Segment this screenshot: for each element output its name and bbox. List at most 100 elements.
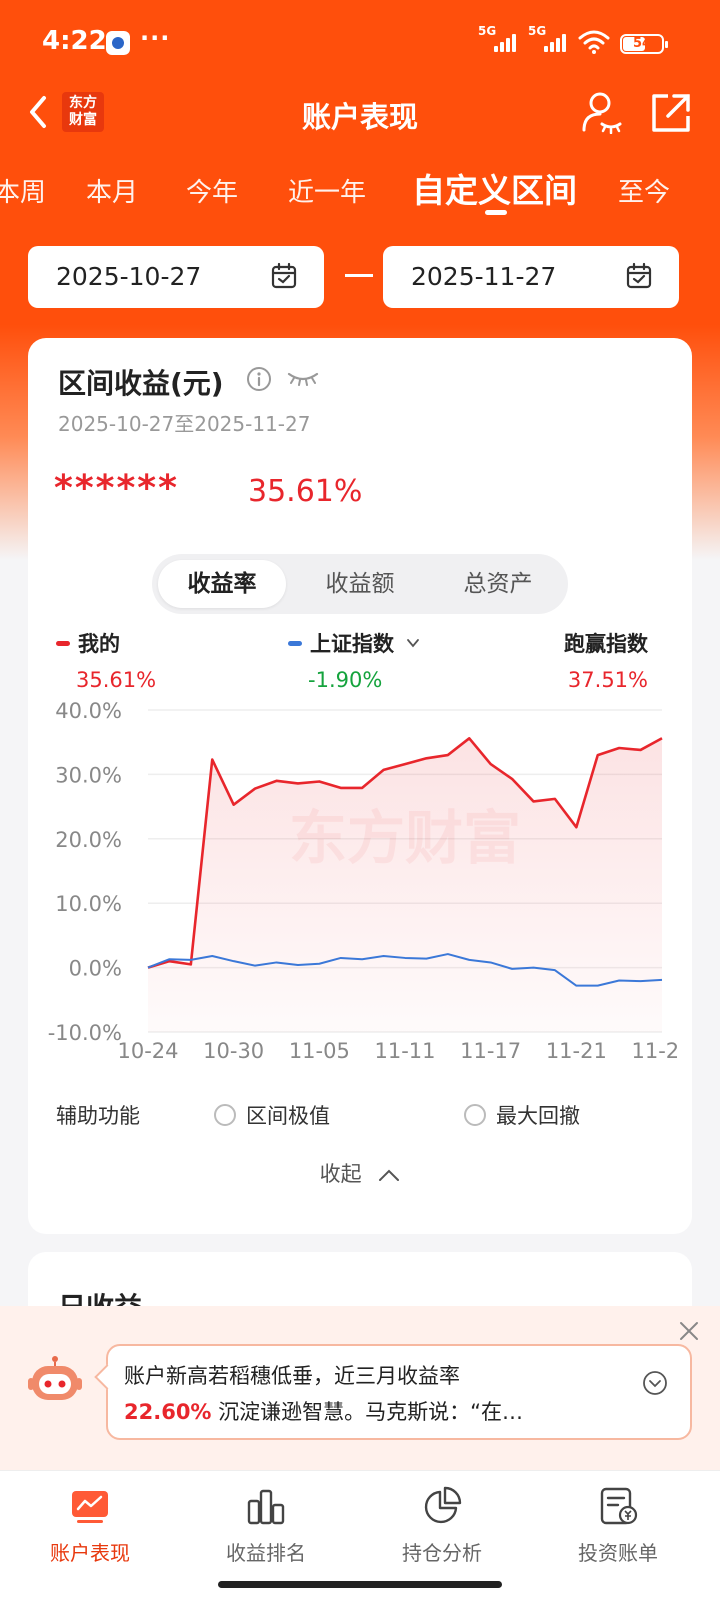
legend-mine: 我的 35.61% (56, 628, 156, 692)
collapse-label: 收起 (319, 1162, 362, 1186)
bill-icon (600, 1487, 638, 1525)
calendar-icon (271, 262, 297, 289)
period-tabs: 本周 本月 今年 近一年 自定义区间 至今 (0, 160, 720, 224)
y-tick-label: 30.0% (55, 763, 122, 787)
return-rate: 35.61% (248, 474, 363, 509)
battery-level: 54 (632, 36, 652, 51)
series-area-mine (148, 738, 662, 1032)
legend-value: 37.51% (567, 668, 648, 692)
radio-icon (464, 1104, 486, 1126)
start-date-picker[interactable]: 2025-10-27 (28, 246, 324, 308)
nav-label: 账户表现 (50, 1541, 130, 1565)
start-date-value: 2025-10-27 (56, 262, 202, 291)
expand-icon[interactable] (642, 1370, 668, 1396)
option-label: 最大回撤 (496, 1104, 580, 1128)
x-tick-label: 11-11 (374, 1039, 435, 1060)
network-type-label: 5G (478, 24, 497, 38)
y-tick-label: 0.0% (69, 957, 122, 981)
option-label: 区间极值 (246, 1104, 330, 1128)
x-tick-label: 10-24 (117, 1039, 178, 1060)
collapse-button[interactable]: 收起 (28, 1158, 692, 1188)
insight-text: 沉淀谦逊智慧。马克斯说：“在… (218, 1400, 524, 1424)
x-tick-label: 10-30 (203, 1039, 264, 1060)
tab-to-date[interactable]: 至今 (618, 172, 670, 209)
legend-swatch (56, 640, 70, 646)
close-icon[interactable] (678, 1320, 700, 1342)
bottom-navigation: 账户表现 收益排名 持仓分析 投资账单 (0, 1470, 720, 1600)
card-date-range: 2025-10-27至2025-11-27 (58, 412, 311, 436)
hidden-amount: ****** (54, 468, 179, 509)
chart-screen-icon (72, 1491, 108, 1523)
nav-label: 收益排名 (226, 1541, 306, 1565)
signal-icon: 5G (528, 24, 568, 54)
radio-icon (214, 1104, 236, 1126)
app-notification-icon (106, 31, 130, 55)
x-tick-label: 11-05 (289, 1039, 350, 1060)
legend-value: -1.90% (308, 668, 383, 692)
range-return-card: 区间收益(元) 2025-10-27至2025-11-27 ****** 35.… (28, 338, 692, 1234)
tab-this-year[interactable]: 今年 (186, 172, 238, 209)
active-tab-indicator (485, 210, 507, 215)
nav-investment-bill[interactable]: 投资账单 (528, 1485, 708, 1566)
date-separator (345, 274, 373, 277)
info-icon[interactable] (246, 366, 272, 392)
bar-ranking-icon (247, 1489, 285, 1525)
aux-label: 辅助功能 (56, 1104, 140, 1128)
card-title: 区间收益(元) (58, 367, 224, 400)
legend-outperform: 跑赢指数 37.51% (558, 628, 648, 692)
tab-custom-range[interactable]: 自定义区间 (412, 164, 577, 212)
user-privacy-icon[interactable] (580, 90, 624, 134)
wifi-icon (578, 30, 610, 54)
pie-chart-icon (424, 1486, 462, 1524)
y-tick-label: -10.0% (48, 1021, 122, 1045)
tab-this-month[interactable]: 本月 (86, 172, 138, 209)
chevron-down-icon (407, 639, 419, 648)
end-date-picker[interactable]: 2025-11-27 (383, 246, 679, 308)
nav-label: 持仓分析 (402, 1541, 482, 1565)
calendar-icon (626, 262, 652, 289)
nav-label: 投资账单 (578, 1541, 658, 1565)
y-tick-label: 40.0% (55, 700, 122, 723)
nav-account-performance[interactable]: 账户表现 (0, 1485, 180, 1566)
tab-last-year[interactable]: 近一年 (288, 172, 366, 209)
battery-icon: 54 (620, 34, 668, 54)
nav-holdings-analysis[interactable]: 持仓分析 (352, 1485, 532, 1566)
app-header: 东方 财富 账户表现 (0, 80, 720, 144)
segment-total-assets[interactable]: 总资产 (434, 560, 562, 608)
ai-insight-banner[interactable]: 账户新高若稻穗低垂，近三月收益率 22.60% 沉淀谦逊智慧。马克斯说：“在… (0, 1306, 720, 1470)
y-tick-label: 10.0% (55, 892, 122, 916)
legend-swatch (288, 640, 302, 646)
insight-bubble[interactable]: 账户新高若稻穗低垂，近三月收益率 22.60% 沉淀谦逊智慧。马克斯说：“在… (106, 1344, 692, 1440)
status-bar: 4:22 ··· 5G 5G 54 (0, 0, 720, 80)
insight-line2: 22.60% 沉淀谦逊智慧。马克斯说：“在… (124, 1396, 523, 1426)
network-type-label: 5G (528, 24, 547, 38)
status-time: 4:22 (42, 26, 107, 56)
x-tick-label: 11-21 (546, 1039, 607, 1060)
robot-assistant-icon (28, 1356, 82, 1400)
more-notifications-icon: ··· (140, 24, 171, 52)
x-tick-label: 11-27 (631, 1039, 678, 1060)
insight-highlight: 22.60% (124, 1400, 212, 1424)
nav-return-ranking[interactable]: 收益排名 (176, 1485, 356, 1566)
chevron-up-icon (379, 1169, 400, 1181)
metric-segmented-control: 收益率 收益额 总资产 (152, 554, 568, 614)
end-date-value: 2025-11-27 (411, 262, 557, 291)
share-icon[interactable] (650, 92, 692, 134)
legend-value: 35.61% (76, 668, 157, 692)
y-tick-label: 20.0% (55, 828, 122, 852)
return-line-chart: 40.0%30.0%20.0%10.0%0.0%-10.0%东方财富10-241… (48, 700, 678, 1060)
option-max-drawdown[interactable]: 最大回撤 (464, 1100, 580, 1130)
legend-index-selector[interactable]: 上证指数 -1.90% (288, 628, 420, 692)
legend-name: 我的 (78, 632, 120, 656)
legend-name: 上证指数 (310, 632, 394, 656)
segment-return-amount[interactable]: 收益额 (296, 560, 424, 608)
home-indicator (218, 1581, 502, 1588)
hide-eye-icon[interactable] (286, 368, 320, 388)
legend-name: 跑赢指数 (564, 632, 648, 656)
x-tick-label: 11-17 (460, 1039, 521, 1060)
insight-line1: 账户新高若稻穗低垂，近三月收益率 (124, 1364, 460, 1388)
signal-icon: 5G (478, 24, 518, 54)
segment-return-rate[interactable]: 收益率 (158, 560, 286, 608)
option-range-extremes[interactable]: 区间极值 (214, 1100, 330, 1130)
tab-this-week[interactable]: 本周 (0, 172, 46, 209)
